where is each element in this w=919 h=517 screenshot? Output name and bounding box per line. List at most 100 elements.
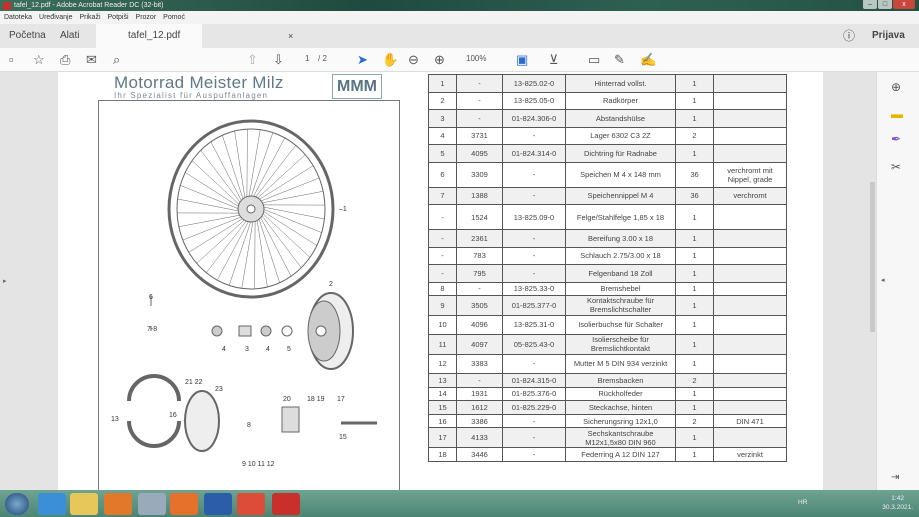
remark-cell [713, 91, 787, 110]
sign-in-button[interactable]: Prijava [872, 24, 905, 48]
tab-close-icon[interactable]: × [288, 24, 293, 48]
ie-icon[interactable] [38, 493, 66, 515]
table-row: 7 1388- Speichennippel M 4 36 verchromt [428, 186, 787, 205]
menu-help[interactable]: Pomoć [163, 11, 185, 24]
table-row: 14 1931 01-825.376-0 Rückholfeder 1 [428, 386, 787, 402]
minimize-button[interactable]: – [863, 0, 877, 9]
tab-home[interactable]: Početna [9, 24, 46, 48]
svg-text:4: 4 [266, 346, 270, 353]
previous-page-icon[interactable]: ⇧ [247, 52, 258, 68]
description-cell: Felge/Stahlfelge 1,85 x 18 [565, 204, 676, 230]
document-view[interactable]: ▸ Motorrad Meister Milz Ihr Spezialist f… [0, 72, 876, 490]
remark-cell [713, 386, 787, 402]
word-icon[interactable] [204, 493, 232, 515]
item-number-cell: 13 [428, 373, 457, 388]
item-number-cell: - [428, 204, 457, 230]
part-number-cell: - [502, 229, 566, 248]
quantity-cell: 1 [675, 446, 714, 462]
zoom-out-icon[interactable]: ⊖ [408, 52, 419, 68]
comment-tool-icon[interactable]: ▬ [891, 107, 903, 121]
expand-panel-icon[interactable]: ⇥ [891, 472, 899, 483]
collapse-right-icon[interactable]: ◂ [881, 276, 885, 284]
item-number-cell: 6 [428, 161, 457, 188]
description-cell: Schlauch 2.75/3.00 x 18 [565, 246, 676, 265]
article-number-cell: 4133 [456, 427, 503, 448]
svg-text:3: 3 [245, 346, 249, 353]
menu-view[interactable]: Prikaži [80, 11, 101, 24]
comment-icon[interactable]: ▭ [588, 52, 600, 68]
remark-cell [713, 281, 787, 297]
fill-sign-icon[interactable]: ✒ [891, 132, 901, 146]
description-cell: Sicherungsring 12x1,0 [565, 413, 676, 429]
app-icon[interactable] [138, 493, 166, 515]
page-view-icon[interactable]: ▣ [516, 52, 528, 68]
article-number-cell: 3446 [456, 446, 503, 462]
part-number-cell: 01-824.315-0 [502, 373, 566, 388]
svg-text:17: 17 [337, 396, 345, 403]
description-cell: Speichennippel M 4 [565, 186, 676, 205]
scroll-mode-icon[interactable]: ⊻ [549, 52, 559, 68]
item-number-cell: 5 [428, 144, 457, 163]
description-cell: Hinterrad vollst. [565, 74, 676, 93]
article-number-cell: - [456, 373, 503, 388]
remark-cell [713, 204, 787, 230]
hand-tool-icon[interactable]: ✋ [382, 52, 398, 68]
search-icon[interactable]: ⌕ [113, 52, 120, 68]
zoom-fit-icon[interactable]: ⊕ [891, 80, 901, 94]
explorer-icon[interactable] [70, 493, 98, 515]
start-button[interactable] [5, 493, 29, 515]
article-number-cell: 783 [456, 246, 503, 265]
highlight-pen-icon[interactable]: ✎ [614, 52, 625, 68]
sign-icon[interactable]: ✍ [640, 52, 656, 68]
item-number-cell: 16 [428, 413, 457, 429]
article-number-cell: 3505 [456, 295, 503, 316]
maximize-button[interactable]: □ [878, 0, 892, 9]
quantity-cell: 1 [675, 264, 714, 283]
select-cursor-icon[interactable]: ➤ [357, 52, 368, 68]
page-number-input[interactable]: 1 [305, 54, 309, 63]
logo-title: Motorrad Meister Milz [114, 73, 284, 92]
svg-text:5: 5 [287, 346, 291, 353]
print-icon[interactable]: ⎙ [60, 52, 70, 68]
tab-tools[interactable]: Alati [60, 24, 79, 48]
tab-bar: Početna Alati tafel_12.pdf × ⓘ Prijava [0, 24, 919, 48]
firefox-icon[interactable] [170, 493, 198, 515]
table-row: 4 3731- Lager 6302 C3 2Z 2 [428, 126, 787, 145]
zoom-in-icon[interactable]: ⊕ [434, 52, 445, 68]
article-number-cell: 4097 [456, 334, 503, 355]
acrobat-taskbar-icon[interactable] [272, 493, 300, 515]
menu-sign[interactable]: Potpiši [108, 11, 129, 24]
part-number-cell: 13-825.05-0 [502, 91, 566, 110]
toolbar: ▫ ☆ ⎙ ✉ ⌕ ⇧ ⇩ 1 / 2 ➤ ✋ ⊖ ⊕ 100% ▣ ⊻ ▭ ✎… [0, 48, 919, 72]
quantity-cell: 2 [675, 126, 714, 145]
bookmark-star-icon[interactable]: ☆ [33, 52, 45, 68]
email-icon[interactable]: ✉ [86, 52, 97, 68]
menu-edit[interactable]: Uređivanje [39, 11, 72, 24]
close-button[interactable]: x [893, 0, 915, 9]
remark-cell [713, 229, 787, 248]
description-cell: Felgenband 18 Zoll [565, 264, 676, 283]
part-number-cell: 01-825.376-0 [502, 386, 566, 402]
tab-document[interactable]: tafel_12.pdf × [96, 24, 293, 48]
menu-file[interactable]: Datoteka [4, 11, 32, 24]
description-cell: Mutter M 5 DIN 934 verzinkt [565, 353, 676, 375]
svg-text:8: 8 [247, 422, 251, 429]
save-icon[interactable]: ▫ [9, 52, 14, 68]
media-player-icon[interactable] [104, 493, 132, 515]
help-icon[interactable]: ⓘ [843, 24, 855, 48]
table-row: -1524 13-825.09-0 Felge/Stahlfelge 1,85 x … [428, 204, 787, 230]
more-tools-icon[interactable]: ✂ [891, 160, 901, 174]
svg-text:16: 16 [169, 412, 177, 419]
clock[interactable]: 1:42 30.3.2021. [882, 494, 913, 512]
chrome-icon[interactable] [237, 493, 265, 515]
item-number-cell: 12 [428, 353, 457, 375]
quantity-cell: 1 [675, 427, 714, 448]
zoom-level-select[interactable]: 100% [466, 54, 486, 63]
table-row: 10 4096 13-825.31-0 Isolierbuchse für Schal… [428, 314, 787, 336]
menu-window[interactable]: Prozor [136, 11, 157, 24]
expand-left-icon[interactable]: ▸ [3, 277, 7, 285]
next-page-icon[interactable]: ⇩ [273, 52, 284, 68]
table-row: 3-01-824.306-0 Abstandshülse 1 [428, 109, 787, 128]
language-indicator[interactable]: HR [798, 499, 807, 506]
scrollbar-thumb[interactable] [870, 182, 875, 332]
